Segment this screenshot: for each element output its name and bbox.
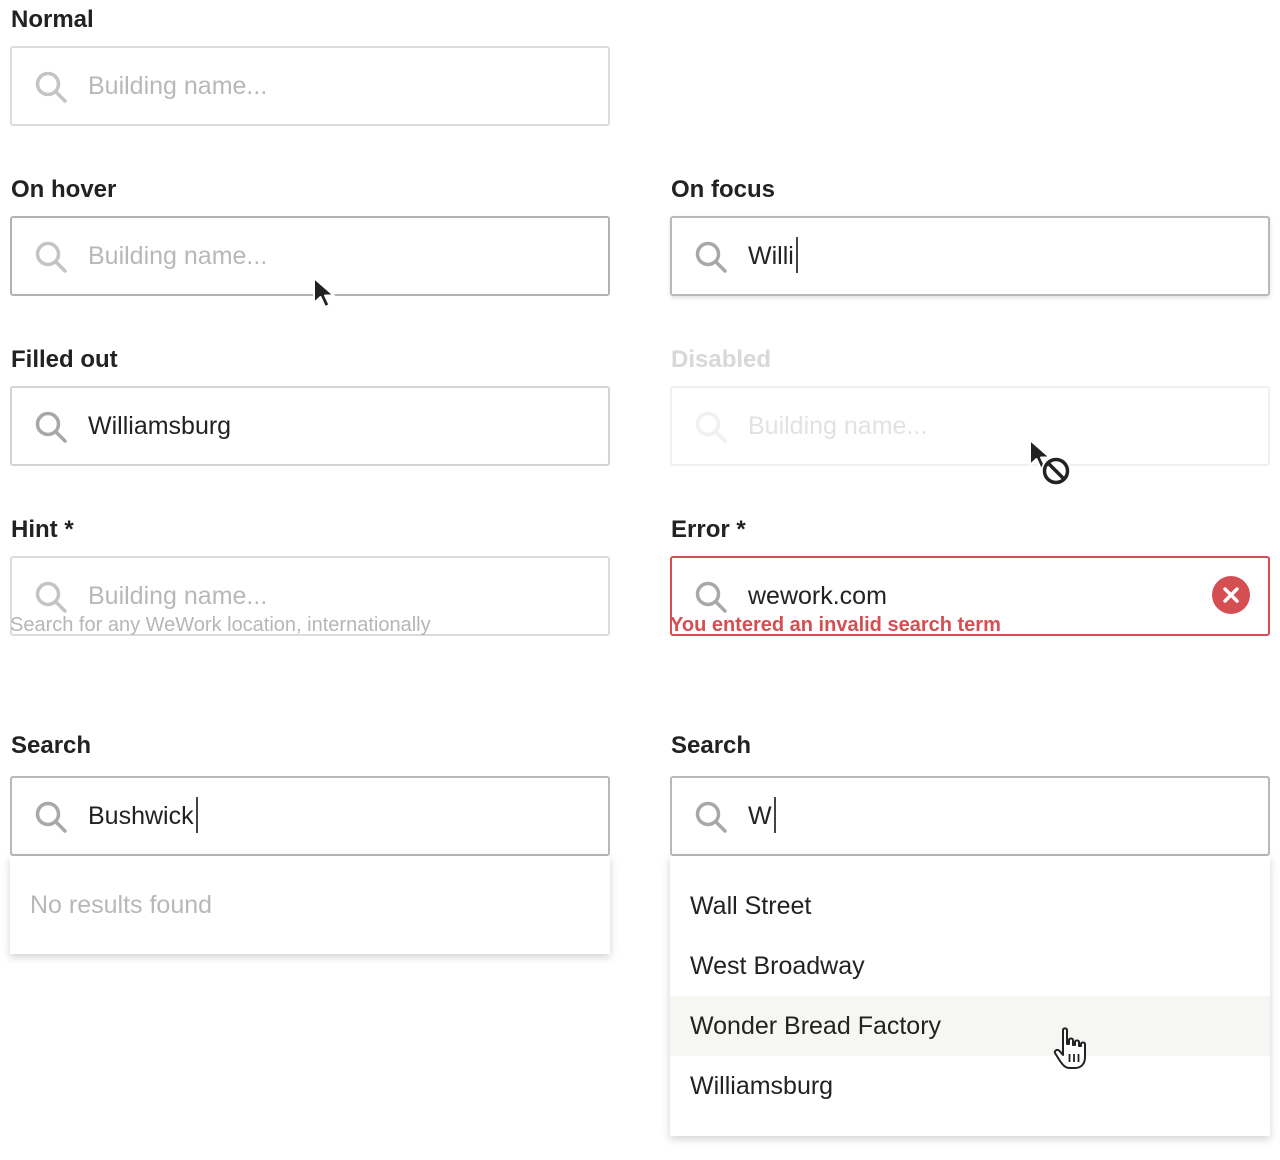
disabled-label: Disabled	[671, 346, 772, 373]
clear-button[interactable]	[1212, 576, 1250, 614]
text-caret	[195, 797, 198, 834]
results-dropdown: Wall Street West Broadway Wonder Bread F…	[670, 856, 1270, 1136]
error-label: Error *	[671, 516, 746, 543]
placeholder-text: Building name...	[88, 72, 268, 100]
input-value-text: W	[748, 802, 772, 830]
results-dropdown: No results found	[10, 856, 610, 954]
hover-search-input[interactable]: Building name...	[10, 216, 610, 296]
search-icon	[695, 801, 727, 833]
input-value: Bushwick	[88, 778, 198, 854]
filled-search-input[interactable]: Williamsburg	[10, 386, 610, 466]
result-option-highlighted[interactable]: Wonder Bread Factory	[670, 996, 1270, 1056]
search-icon	[35, 241, 67, 273]
search-icon	[35, 411, 67, 443]
focus-label: On focus	[671, 176, 776, 203]
normal-label: Normal	[11, 6, 94, 33]
result-option[interactable]: West Broadway	[670, 936, 1270, 996]
filled-label: Filled out	[11, 346, 118, 373]
input-value-text: Bushwick	[88, 802, 194, 830]
search-icon	[35, 71, 67, 103]
result-option[interactable]: Wall Street	[670, 876, 1270, 936]
hint-text: Search for any WeWork location, internat…	[10, 614, 431, 636]
input-value: Willi	[748, 218, 798, 294]
not-allowed-cursor-icon	[1029, 439, 1071, 486]
no-results-message: No results found	[30, 891, 213, 919]
search-icon	[695, 411, 727, 443]
search-input[interactable]: Bushwick	[10, 776, 610, 856]
hover-label: On hover	[11, 176, 117, 203]
result-option[interactable]: Williamsburg	[670, 1056, 1270, 1116]
placeholder-text: Building name...	[88, 242, 268, 270]
search-icon	[35, 801, 67, 833]
arrow-cursor-icon	[313, 277, 335, 308]
search-label: Search	[671, 732, 752, 759]
search-icon	[695, 581, 727, 613]
placeholder-text: Building name...	[748, 412, 928, 440]
search-icon	[695, 241, 727, 273]
hand-pointer-cursor-icon	[1053, 1027, 1086, 1069]
search-input[interactable]: W	[670, 776, 1270, 856]
disabled-search-input: Building name...	[670, 386, 1270, 466]
text-caret	[773, 797, 776, 834]
hint-label: Hint *	[11, 516, 74, 543]
error-message: You entered an invalid search term	[670, 614, 1001, 636]
clear-icon	[1223, 587, 1239, 603]
normal-search-input[interactable]: Building name...	[10, 46, 610, 126]
search-label: Search	[11, 732, 92, 759]
input-value: W	[748, 778, 776, 854]
input-value: Williamsburg	[88, 412, 232, 440]
input-value-text: Willi	[748, 242, 794, 270]
text-caret	[795, 237, 798, 274]
focus-search-input[interactable]: Willi	[670, 216, 1270, 296]
search-icon	[35, 581, 67, 613]
